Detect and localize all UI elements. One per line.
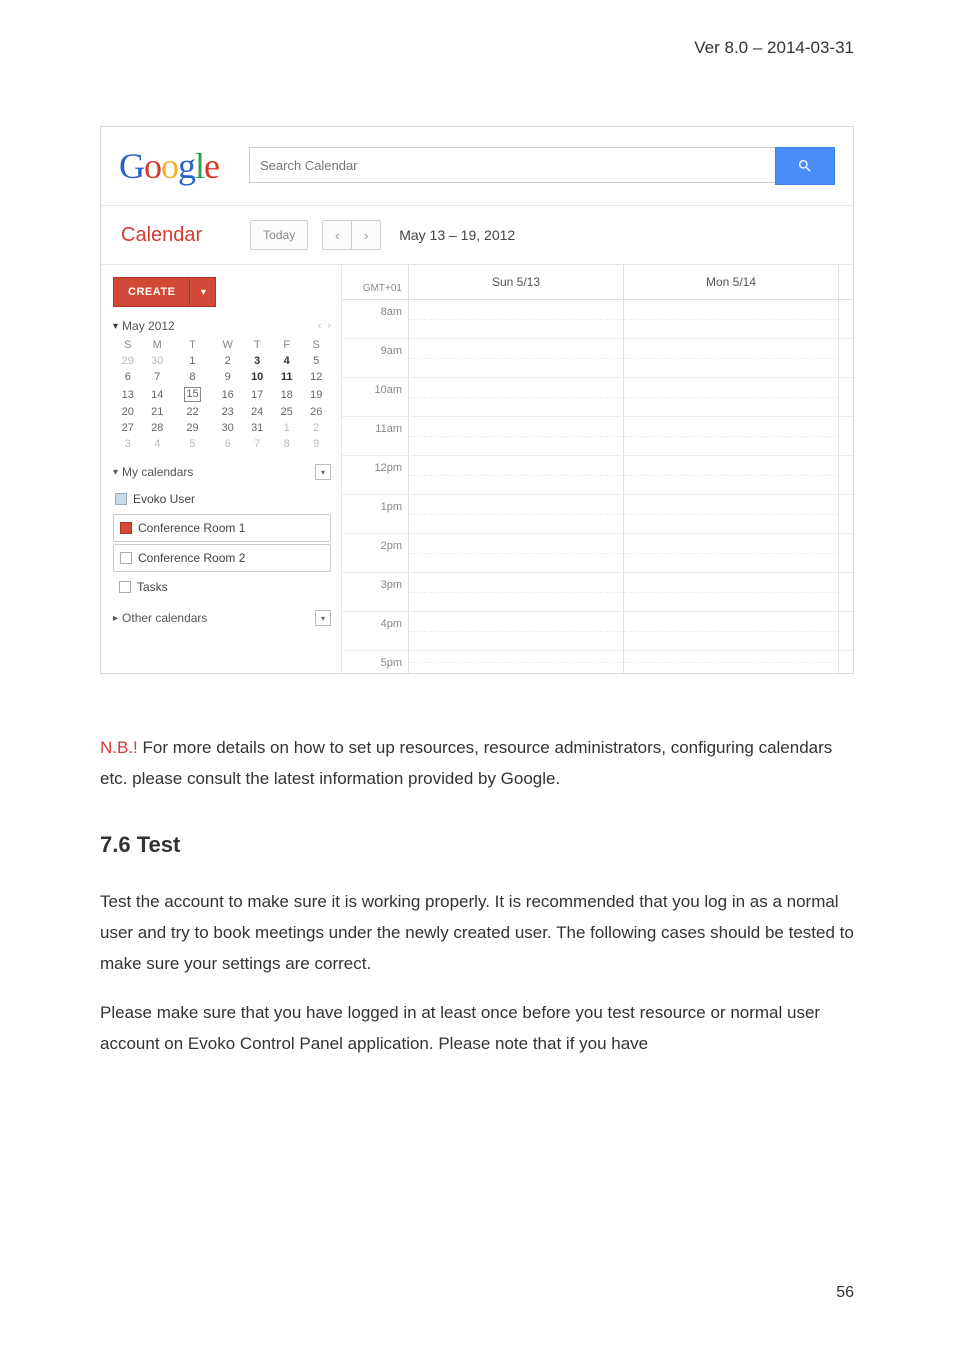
next-period-button[interactable]: › bbox=[351, 220, 381, 250]
calendar-item-label: Conference Room 1 bbox=[138, 521, 245, 535]
time-label: 9am bbox=[342, 339, 409, 377]
checkbox-icon bbox=[119, 581, 131, 593]
grid-cell[interactable] bbox=[409, 378, 624, 416]
grid-cell[interactable] bbox=[624, 456, 839, 494]
mini-prev-button[interactable]: ‹ bbox=[318, 320, 322, 332]
search-button[interactable] bbox=[775, 147, 835, 185]
grid-cell[interactable] bbox=[624, 378, 839, 416]
my-calendars-menu-button[interactable]: ▾ bbox=[315, 464, 331, 480]
calendar-item-label: Conference Room 2 bbox=[138, 551, 245, 565]
doc-version: Ver 8.0 – 2014-03-31 bbox=[694, 38, 854, 58]
chevron-right-icon[interactable]: ▸ bbox=[113, 613, 118, 624]
time-label: 4pm bbox=[342, 612, 409, 650]
time-label: 12pm bbox=[342, 456, 409, 494]
page-number: 56 bbox=[836, 1284, 854, 1302]
other-calendars-section: ▸ Other calendars ▾ bbox=[113, 610, 331, 626]
grid-cell[interactable] bbox=[624, 495, 839, 533]
time-label: 8am bbox=[342, 300, 409, 338]
checkbox-icon bbox=[115, 493, 127, 505]
time-label: 1pm bbox=[342, 495, 409, 533]
nb-label: N.B.! bbox=[100, 738, 138, 757]
app-title: Calendar bbox=[121, 224, 202, 247]
grid-cell[interactable] bbox=[409, 534, 624, 572]
time-label: 3pm bbox=[342, 573, 409, 611]
grid-cell[interactable] bbox=[409, 651, 624, 673]
timezone-label: GMT+01 bbox=[342, 265, 409, 299]
my-calendars-section: ▾ My calendars ▾ Evoko User Conference R… bbox=[113, 464, 331, 600]
grid-cell[interactable] bbox=[409, 417, 624, 455]
grid-cell[interactable] bbox=[409, 612, 624, 650]
day-header[interactable]: Mon 5/14 bbox=[624, 265, 839, 299]
checkbox-icon bbox=[120, 552, 132, 564]
screenshot-google-calendar: Google Calendar Today ‹ › May 13 – 19, 2… bbox=[100, 126, 854, 674]
section-heading: 7.6 Test bbox=[100, 825, 854, 866]
grid-cell[interactable] bbox=[409, 495, 624, 533]
grid-cell[interactable] bbox=[624, 417, 839, 455]
chevron-down-icon[interactable]: ▾ bbox=[113, 321, 118, 332]
grid-cell[interactable] bbox=[409, 573, 624, 611]
grid-cell[interactable] bbox=[624, 534, 839, 572]
mini-next-button[interactable]: › bbox=[327, 320, 331, 332]
grid-cell[interactable] bbox=[624, 612, 839, 650]
create-button[interactable]: CREATE bbox=[113, 277, 190, 307]
other-calendars-label: Other calendars bbox=[122, 611, 207, 625]
document-body: N.B.! For more details on how to set up … bbox=[100, 732, 854, 1060]
time-label: 10am bbox=[342, 378, 409, 416]
day-header[interactable]: Sun 5/13 bbox=[409, 265, 624, 299]
grid-cell[interactable] bbox=[624, 300, 839, 338]
time-label: 2pm bbox=[342, 534, 409, 572]
paragraph: Please make sure that you have logged in… bbox=[100, 997, 854, 1060]
time-label: 11am bbox=[342, 417, 409, 455]
calendar-item-conference-room-2[interactable]: Conference Room 2 bbox=[113, 544, 331, 572]
calendar-item-label: Evoko User bbox=[133, 492, 195, 506]
calendar-item-evoko-user[interactable]: Evoko User bbox=[113, 486, 331, 512]
toolbar: Calendar Today ‹ › May 13 – 19, 2012 bbox=[101, 206, 853, 265]
week-grid: GMT+01 Sun 5/13 Mon 5/14 8am 9am 10am 11… bbox=[342, 265, 853, 673]
app-header: Google bbox=[101, 127, 853, 206]
grid-cell[interactable] bbox=[624, 339, 839, 377]
google-logo: Google bbox=[119, 145, 219, 187]
time-label: 5pm bbox=[342, 651, 409, 673]
selected-day: 15 bbox=[184, 387, 201, 402]
calendar-item-tasks[interactable]: Tasks bbox=[113, 574, 331, 600]
calendar-item-label: Tasks bbox=[137, 580, 168, 594]
search-icon bbox=[797, 158, 813, 174]
search-input[interactable] bbox=[249, 147, 775, 183]
paragraph: Test the account to make sure it is work… bbox=[100, 886, 854, 980]
grid-cell[interactable] bbox=[409, 339, 624, 377]
my-calendars-label: My calendars bbox=[122, 465, 193, 479]
grid-cell[interactable] bbox=[409, 456, 624, 494]
grid-cell[interactable] bbox=[624, 651, 839, 673]
chevron-down-icon[interactable]: ▾ bbox=[113, 467, 118, 478]
mini-calendar: ▾ May 2012 ‹ › SMTWTFS 2930123 bbox=[113, 319, 331, 452]
checkbox-icon bbox=[120, 522, 132, 534]
grid-cell[interactable] bbox=[409, 300, 624, 338]
date-range: May 13 – 19, 2012 bbox=[399, 227, 515, 243]
today-button[interactable]: Today bbox=[250, 220, 308, 250]
sidebar: CREATE ▾ ▾ May 2012 ‹ › bbox=[101, 265, 342, 673]
paragraph: N.B.! For more details on how to set up … bbox=[100, 732, 854, 795]
grid-cell[interactable] bbox=[624, 573, 839, 611]
create-dropdown-button[interactable]: ▾ bbox=[190, 277, 216, 307]
mini-calendar-grid[interactable]: SMTWTFS 293012345 6789101112 13141516171… bbox=[113, 337, 331, 452]
prev-period-button[interactable]: ‹ bbox=[322, 220, 351, 250]
calendar-item-conference-room-1[interactable]: Conference Room 1 bbox=[113, 514, 331, 542]
search-form bbox=[249, 147, 835, 185]
mini-calendar-title: May 2012 bbox=[122, 319, 175, 333]
other-calendars-menu-button[interactable]: ▾ bbox=[315, 610, 331, 626]
